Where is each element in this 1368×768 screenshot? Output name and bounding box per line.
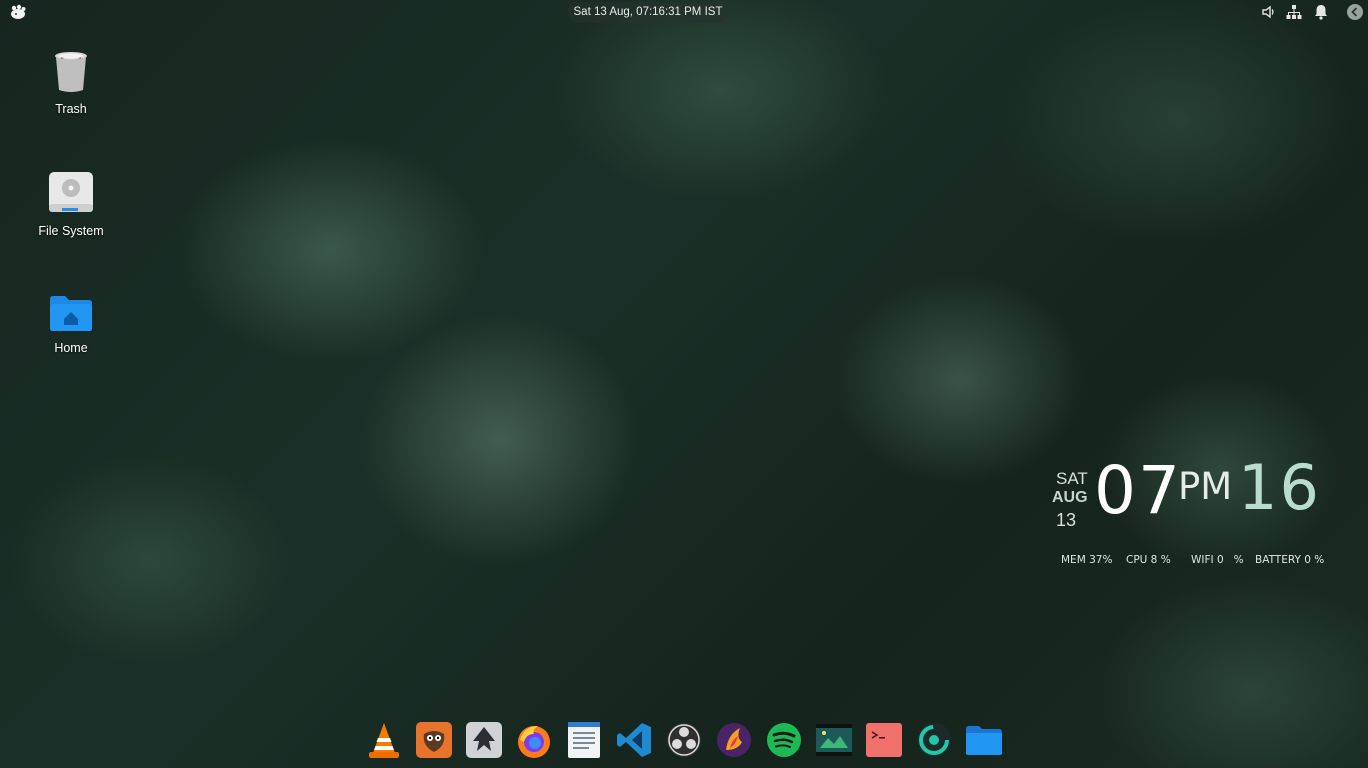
notification-bell-icon[interactable] xyxy=(1312,3,1330,21)
drive-icon xyxy=(47,172,95,220)
desktop-icon-label: Home xyxy=(54,341,88,355)
trash-icon xyxy=(49,52,93,98)
image-viewer-icon[interactable] xyxy=(814,720,854,760)
widget-ampm: PM xyxy=(1178,465,1233,508)
widget-month: AUG xyxy=(1052,489,1088,506)
inkscape-icon[interactable] xyxy=(464,720,504,760)
files-icon[interactable] xyxy=(964,720,1004,760)
widget-battery: BATTERY 0 % xyxy=(1255,554,1325,566)
text-editor-icon[interactable] xyxy=(564,720,604,760)
app-menu-icon[interactable] xyxy=(8,3,28,21)
widget-date: 13 xyxy=(1056,510,1077,530)
desktop-icon-label: Trash xyxy=(55,102,87,116)
widget-hour: 07 xyxy=(1094,452,1182,529)
firefox-icon[interactable] xyxy=(514,720,554,760)
obs-icon[interactable] xyxy=(664,720,704,760)
back-arrow-icon[interactable] xyxy=(1346,3,1364,21)
gimp-icon[interactable] xyxy=(414,720,454,760)
vscode-icon[interactable] xyxy=(614,720,654,760)
desktop-trash[interactable]: Trash xyxy=(30,48,112,116)
kdenlive-icon[interactable] xyxy=(714,720,754,760)
desktop-icon-label: File System xyxy=(38,224,104,238)
desktop-file-system[interactable]: File System xyxy=(30,168,112,238)
widget-minute: 16 xyxy=(1238,451,1321,524)
monitor-app-icon[interactable] xyxy=(914,720,954,760)
spotify-icon[interactable] xyxy=(764,720,804,760)
terminal-icon[interactable] xyxy=(864,720,904,760)
widget-cpu: CPU 8 % xyxy=(1126,554,1171,566)
panel-clock[interactable]: Sat 13 Aug, 07:16:31 PM IST xyxy=(568,2,728,23)
volume-icon[interactable] xyxy=(1260,3,1278,21)
desktop-home[interactable]: Home xyxy=(30,293,112,355)
widget-wifi: WIFI 0 % xyxy=(1191,554,1244,566)
network-icon[interactable] xyxy=(1285,3,1303,21)
home-folder-icon xyxy=(48,296,94,337)
widget-mem: MEM 37% xyxy=(1061,554,1113,566)
widget-day: SAT xyxy=(1056,469,1088,488)
vlc-icon[interactable] xyxy=(364,720,404,760)
